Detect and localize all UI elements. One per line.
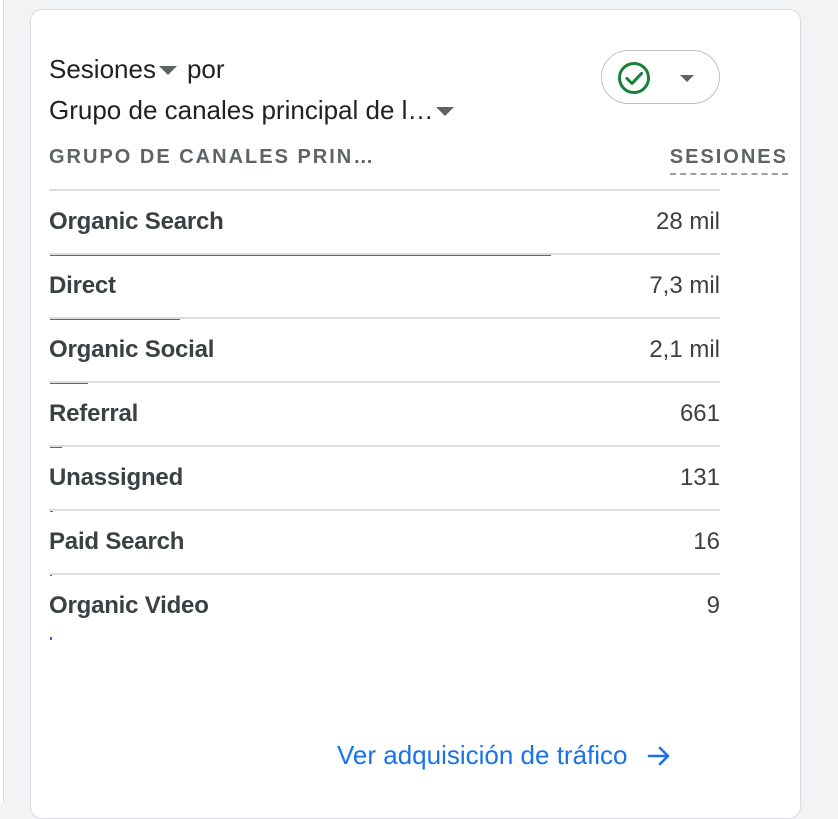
metric-selector[interactable]: Sesiones — [49, 54, 183, 85]
row-sessions-value: 16 — [693, 528, 720, 555]
row-channel-label: Organic Video — [49, 592, 209, 619]
row-sessions-value: 661 — [679, 400, 720, 427]
table-row[interactable]: Direct 7,3 mil — [49, 253, 720, 320]
card-title-metric-row: Sesiones por — [49, 54, 225, 85]
row-channel-label: Referral — [49, 400, 139, 427]
table-row[interactable]: Organic Social 2,1 mil — [49, 317, 720, 384]
status-menu-button[interactable] — [601, 50, 720, 104]
table-row[interactable]: Organic Search 28 mil — [49, 189, 720, 256]
row-channel-label: Organic Search — [49, 208, 224, 235]
dimension-dropdown-caret-icon — [436, 107, 455, 116]
row-sessions-value: 7,3 mil — [649, 272, 720, 299]
row-channel-label: Organic Social — [49, 336, 215, 363]
dimension-selector[interactable]: Grupo de canales principal de l… — [49, 95, 460, 126]
footer-link-label: Ver adquisición de tráfico — [337, 740, 628, 770]
table-row[interactable]: Unassigned 131 — [49, 445, 720, 512]
title-connector: por — [186, 54, 225, 84]
row-sessions-value: 9 — [706, 592, 720, 619]
arrow-right-icon — [647, 746, 669, 765]
adjacent-card-edge — [0, 0, 4, 803]
row-share-bar — [50, 637, 52, 640]
row-sessions-value: 2,1 mil — [649, 336, 720, 363]
row-channel-label: Direct — [49, 272, 116, 299]
table-row[interactable]: Referral 661 — [49, 381, 720, 448]
metric-dropdown-caret-icon — [158, 66, 177, 75]
metric-label: Sesiones — [49, 54, 156, 84]
dimension-column-header[interactable]: GRUPO DE CANALES PRIN… — [49, 146, 375, 169]
view-traffic-acquisition-link[interactable]: Ver adquisición de tráfico — [337, 740, 672, 771]
row-channel-label: Paid Search — [49, 528, 185, 555]
dimension-label: Grupo de canales principal de l… — [49, 95, 434, 125]
row-sessions-value: 131 — [679, 464, 720, 491]
metric-column-header[interactable]: SESIONES — [669, 146, 788, 175]
row-sessions-value: 28 mil — [655, 208, 720, 235]
chevron-down-icon — [680, 75, 694, 82]
channel-table: Organic Search 28 mil Direct 7,3 mil Org… — [49, 189, 720, 640]
table-row[interactable]: Paid Search 16 — [49, 509, 720, 576]
row-channel-label: Unassigned — [49, 464, 184, 491]
table-row[interactable]: Organic Video 9 — [49, 573, 720, 640]
check-circle-icon — [618, 62, 650, 94]
